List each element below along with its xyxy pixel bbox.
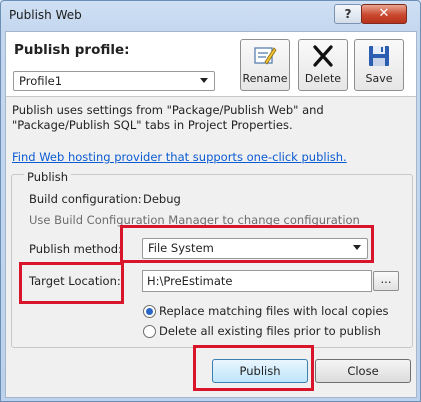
floppy-disk-icon: [369, 46, 389, 66]
profile-header: Publish profile: Profile1 Rename Delete: [6, 32, 416, 96]
divider: [6, 96, 416, 97]
publish-profile-label: Publish profile:: [14, 42, 130, 58]
browse-button[interactable]: ...: [373, 271, 399, 291]
rename-icon: [254, 47, 277, 65]
close-window-button[interactable]: ✕: [361, 4, 407, 24]
replace-files-label[interactable]: Replace matching files with local copies: [159, 304, 389, 318]
profile-value: Profile1: [19, 74, 63, 88]
build-config-value: Debug: [143, 192, 181, 206]
build-config-hint: Use Build Configuration Manager to chang…: [29, 213, 360, 227]
target-location-value: H:\PreEstimate: [147, 274, 233, 288]
save-label: Save: [365, 72, 393, 85]
close-button[interactable]: Close: [315, 359, 411, 383]
delete-label: Delete: [304, 72, 342, 85]
build-config-label: Build configuration:: [29, 192, 142, 206]
delete-x-icon: [313, 45, 333, 67]
chevron-down-icon: [200, 78, 208, 83]
title-bar[interactable]: Publish Web ? ✕: [1, 1, 420, 31]
publish-method-dropdown[interactable]: File System: [142, 238, 368, 259]
chevron-down-icon: [353, 245, 361, 250]
publish-method-label: Publish method:: [29, 242, 122, 256]
publish-button[interactable]: Publish: [212, 359, 308, 383]
hosting-provider-link[interactable]: Find Web hosting provider that supports …: [12, 150, 347, 164]
window-title: Publish Web: [9, 8, 82, 22]
settings-description: Publish uses settings from "Package/Publ…: [12, 103, 324, 132]
dialog-body: Publish profile: Profile1 Rename Delete: [5, 31, 417, 398]
delete-button[interactable]: Delete: [298, 39, 348, 91]
target-location-label: Target Location:: [29, 274, 121, 288]
help-button[interactable]: ?: [334, 4, 362, 24]
publish-method-value: File System: [148, 241, 214, 255]
delete-existing-radio[interactable]: [143, 325, 156, 338]
save-button[interactable]: Save: [354, 39, 404, 91]
delete-existing-label[interactable]: Delete all existing files prior to publi…: [159, 324, 381, 338]
rename-label: Rename: [242, 72, 288, 85]
rename-button[interactable]: Rename: [240, 39, 290, 91]
publish-group-title: Publish: [24, 170, 71, 184]
publish-web-dialog: Publish Web ? ✕ Publish profile: Profile…: [0, 0, 421, 402]
replace-files-radio[interactable]: [143, 305, 156, 318]
target-location-input[interactable]: H:\PreEstimate: [142, 270, 372, 292]
profile-dropdown[interactable]: Profile1: [13, 71, 215, 91]
